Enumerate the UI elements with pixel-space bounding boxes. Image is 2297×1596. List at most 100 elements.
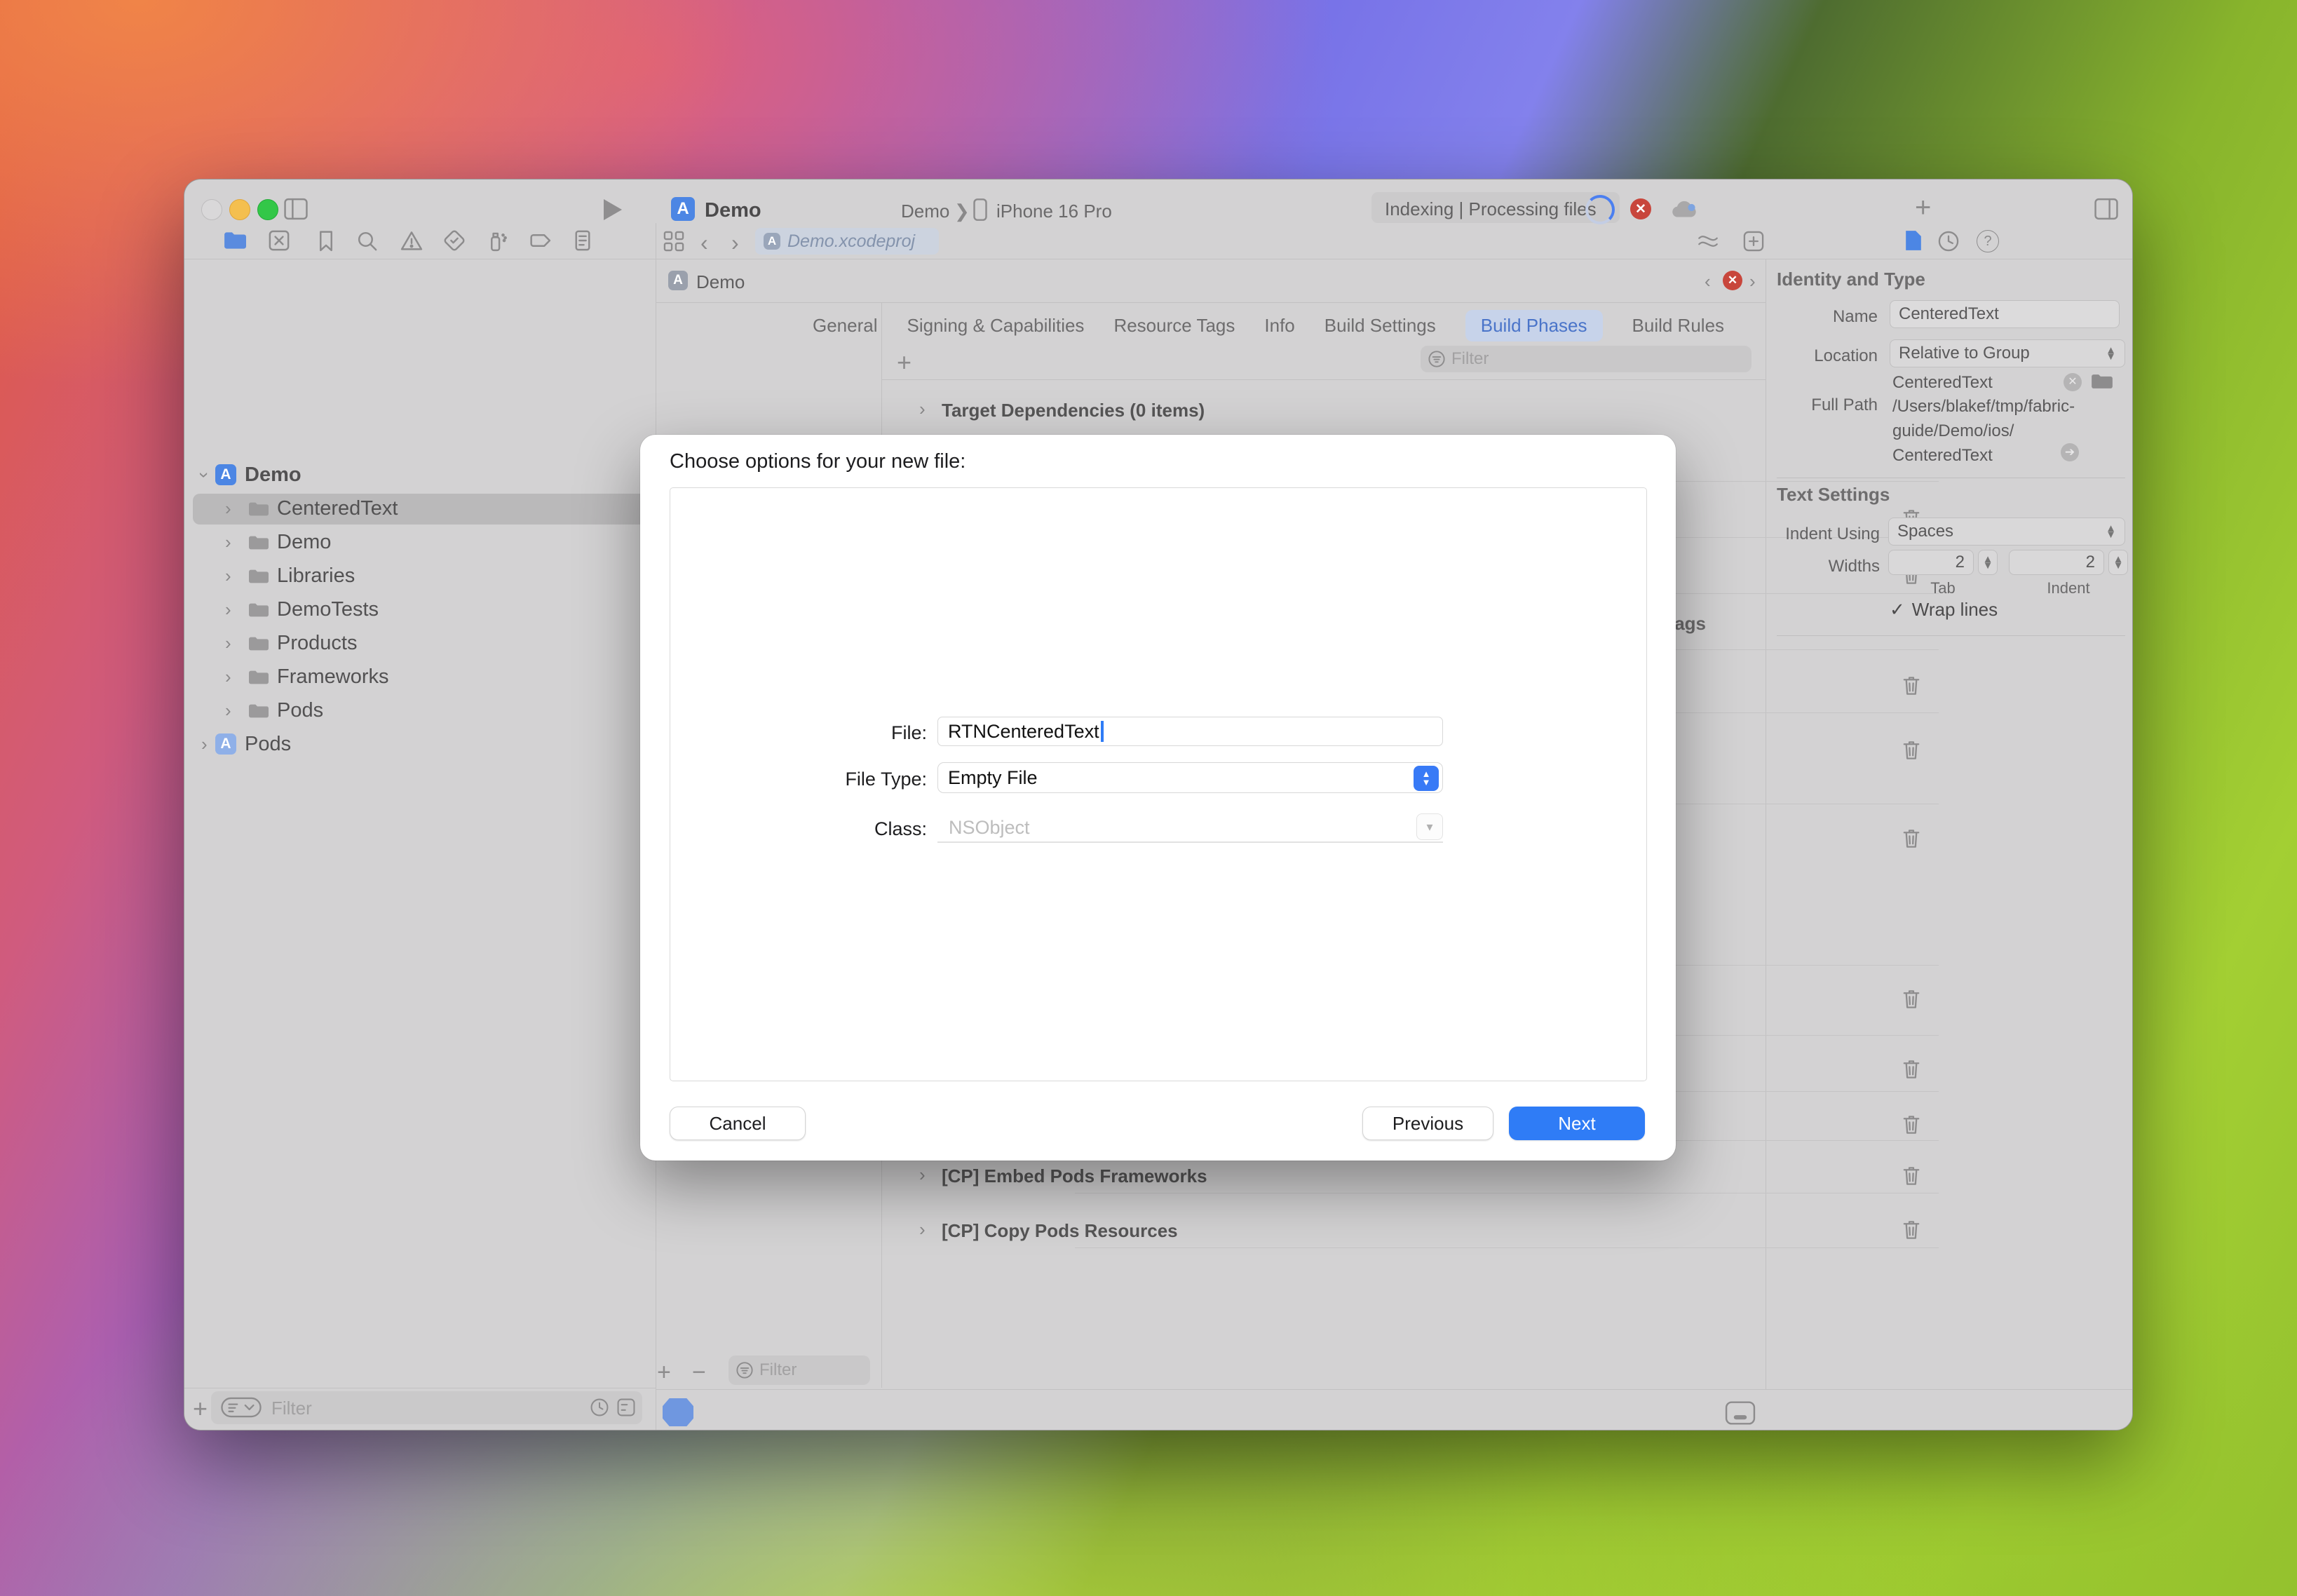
scheme-name[interactable]: Demo bbox=[705, 199, 761, 222]
location-select[interactable]: Relative to Group ▲▼ bbox=[1890, 339, 2125, 367]
sidebar-item-pods-7[interactable]: ›Pods bbox=[184, 694, 656, 728]
chevron-right-icon[interactable]: › bbox=[225, 633, 231, 654]
report-list-icon[interactable] bbox=[571, 229, 595, 256]
back-icon[interactable]: ‹ bbox=[700, 230, 708, 256]
sidebar-item-demo-2[interactable]: ›Demo bbox=[184, 526, 656, 560]
trash-icon[interactable] bbox=[1901, 739, 1922, 762]
disclosure-icon[interactable]: › bbox=[919, 1219, 926, 1240]
recent-filter-clock-icon[interactable] bbox=[590, 1398, 609, 1417]
tab-signing-capabilities[interactable]: Signing & Capabilities bbox=[907, 315, 1085, 337]
build-phase-row-target-deps[interactable]: Target Dependencies (0 items) bbox=[942, 400, 1205, 421]
file-tab[interactable]: A Demo.xcodeproj bbox=[755, 228, 939, 255]
tab-resource-tags[interactable]: Resource Tags bbox=[1113, 315, 1235, 337]
trash-icon[interactable] bbox=[1901, 827, 1922, 850]
sidebar-item-pods-8[interactable]: ›APods bbox=[184, 728, 656, 762]
phases-filter-field[interactable]: Filter bbox=[1421, 346, 1751, 372]
search-icon[interactable] bbox=[355, 229, 379, 256]
tab-build-phases[interactable]: Build Phases bbox=[1465, 310, 1603, 341]
trash-icon[interactable] bbox=[1901, 675, 1922, 697]
open-path-arrow-icon[interactable]: ➔ bbox=[2061, 443, 2079, 461]
zoom-button[interactable] bbox=[257, 199, 278, 220]
add-target-icon[interactable]: + bbox=[657, 1359, 671, 1386]
error-count-badge[interactable]: ✕ bbox=[1630, 198, 1651, 219]
tab-width-stepper[interactable]: ▲▼ bbox=[1978, 550, 1998, 575]
navigator-filter-field[interactable]: Filter bbox=[211, 1391, 642, 1424]
build-phase-row-copy-pods[interactable]: [CP] Copy Pods Resources bbox=[942, 1220, 1178, 1242]
breadcrumb[interactable]: Demo bbox=[696, 271, 745, 293]
tab-build-rules[interactable]: Build Rules bbox=[1632, 315, 1725, 337]
cloud-icon[interactable] bbox=[1668, 199, 1700, 220]
minimize-button[interactable] bbox=[229, 199, 250, 220]
file-inspector-icon[interactable] bbox=[1904, 229, 1923, 252]
history-inspector-icon[interactable] bbox=[1937, 230, 1960, 252]
file-type-select[interactable]: Empty File ▲▼ bbox=[937, 762, 1443, 793]
chevron-down-icon[interactable]: › bbox=[194, 472, 215, 478]
run-button[interactable] bbox=[604, 199, 622, 220]
issue-prev-icon[interactable]: ‹ bbox=[1705, 271, 1711, 292]
trash-icon[interactable] bbox=[1901, 1219, 1922, 1241]
destination-project[interactable]: Demo bbox=[901, 201, 949, 222]
build-phase-row-embed-pods[interactable]: [CP] Embed Pods Frameworks bbox=[942, 1165, 1207, 1187]
sidebar-item-demotests-4[interactable]: ›DemoTests bbox=[184, 593, 656, 627]
related-items-icon[interactable] bbox=[1696, 231, 1720, 251]
add-item-icon[interactable]: + bbox=[193, 1394, 208, 1423]
test-diamond-icon[interactable] bbox=[442, 229, 466, 256]
toggle-left-sidebar-icon[interactable] bbox=[283, 197, 309, 221]
debug-spray-icon[interactable] bbox=[485, 229, 509, 256]
forward-icon[interactable]: › bbox=[731, 230, 739, 256]
folder-icon[interactable] bbox=[222, 229, 246, 256]
editor-x-icon[interactable] bbox=[267, 229, 291, 256]
chevron-right-icon[interactable]: › bbox=[225, 599, 231, 621]
chevron-right-icon[interactable]: › bbox=[225, 666, 231, 688]
sidebar-item-libraries-3[interactable]: ›Libraries bbox=[184, 560, 656, 593]
wrap-lines-checkbox[interactable]: ✓Wrap lines bbox=[1890, 599, 1998, 621]
name-field[interactable]: CenteredText bbox=[1890, 300, 2120, 328]
tab-width-field[interactable]: 2 bbox=[1888, 550, 1974, 575]
tab-info[interactable]: Info bbox=[1264, 315, 1294, 337]
display-bar-icon[interactable] bbox=[1724, 1400, 1756, 1426]
quick-help-inspector-icon[interactable]: ? bbox=[1977, 230, 1999, 252]
add-tab-icon[interactable]: + bbox=[1915, 192, 1931, 224]
sidebar-item-frameworks-6[interactable]: ›Frameworks bbox=[184, 661, 656, 694]
class-dropdown-icon[interactable]: ▾ bbox=[1416, 813, 1443, 840]
filter-options-icon[interactable] bbox=[221, 1397, 262, 1418]
targets-filter-field[interactable]: Filter bbox=[729, 1355, 870, 1385]
class-input[interactable]: NSObject ▾ bbox=[937, 812, 1443, 843]
sidebar-item-products-5[interactable]: ›Products bbox=[184, 627, 656, 661]
disclosure-icon[interactable]: › bbox=[919, 1164, 926, 1186]
disclosure-icon[interactable]: › bbox=[919, 398, 926, 420]
trash-icon[interactable] bbox=[1901, 1165, 1922, 1187]
remove-target-icon[interactable]: − bbox=[692, 1359, 706, 1386]
issue-next-icon[interactable]: › bbox=[1749, 271, 1756, 292]
trash-icon[interactable] bbox=[1901, 1058, 1922, 1081]
issue-badge[interactable]: ✕ bbox=[1723, 271, 1742, 290]
scm-filter-icon[interactable] bbox=[616, 1398, 636, 1417]
next-button[interactable]: Next bbox=[1509, 1107, 1645, 1140]
previous-button[interactable]: Previous bbox=[1362, 1107, 1493, 1140]
add-build-phase-icon[interactable]: + bbox=[897, 348, 912, 377]
sidebar-item-centeredtext-1[interactable]: ›CenteredText bbox=[184, 492, 656, 526]
tag-icon[interactable] bbox=[528, 229, 552, 256]
chevron-right-icon[interactable]: › bbox=[225, 532, 231, 553]
destination-device[interactable]: iPhone 16 Pro bbox=[996, 201, 1112, 222]
indent-width-field[interactable]: 2 bbox=[2009, 550, 2104, 575]
bookmark-icon[interactable] bbox=[314, 229, 338, 256]
trash-icon[interactable] bbox=[1901, 988, 1922, 1010]
warning-icon[interactable] bbox=[400, 229, 424, 256]
add-editor-icon[interactable] bbox=[1742, 230, 1765, 252]
indent-width-stepper[interactable]: ▲▼ bbox=[2108, 550, 2128, 575]
close-button[interactable] bbox=[201, 199, 222, 220]
trash-icon[interactable] bbox=[1901, 1114, 1922, 1136]
file-name-input[interactable]: RTNCenteredText bbox=[937, 717, 1443, 746]
tab-build-settings[interactable]: Build Settings bbox=[1324, 315, 1436, 337]
tab-general[interactable]: General bbox=[813, 315, 878, 337]
chevron-right-icon[interactable]: › bbox=[201, 733, 208, 755]
choose-folder-icon[interactable] bbox=[2090, 372, 2114, 391]
chevron-right-icon[interactable]: › bbox=[225, 565, 231, 587]
chevron-right-icon[interactable]: › bbox=[225, 498, 231, 520]
sidebar-item-demo-0[interactable]: ›ADemo bbox=[184, 459, 656, 492]
cancel-button[interactable]: Cancel bbox=[670, 1107, 806, 1140]
indent-using-select[interactable]: Spaces ▲▼ bbox=[1888, 518, 2125, 546]
chevron-right-icon[interactable]: › bbox=[225, 700, 231, 722]
clear-file-icon[interactable]: ✕ bbox=[2064, 373, 2082, 391]
